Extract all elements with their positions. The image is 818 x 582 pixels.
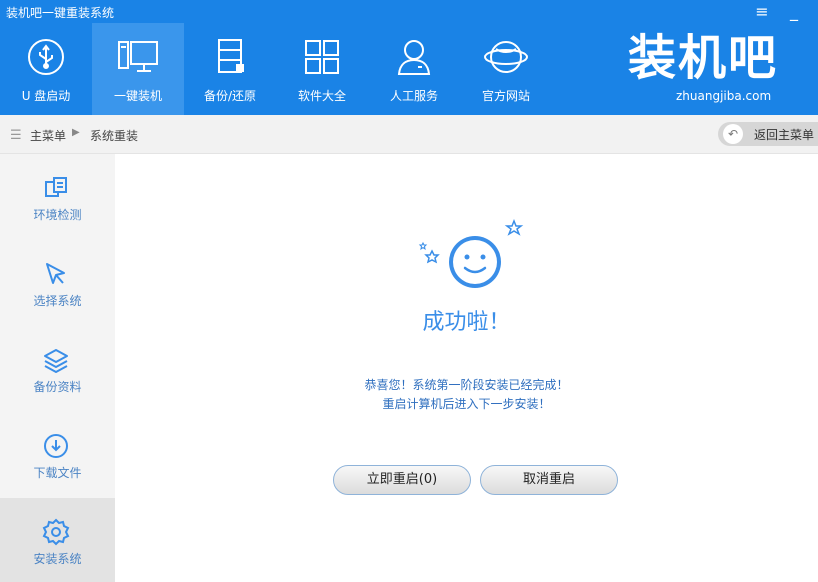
sidebar-item-select-system[interactable]: 选择系统 <box>0 240 115 326</box>
sidebar-item-env-check[interactable]: 环境检测 <box>0 154 115 240</box>
logo-text: 装机吧 <box>628 30 779 86</box>
nav-item-website[interactable]: 官方网站 <box>460 23 552 115</box>
back-to-menu-label: 返回主菜单 <box>754 128 815 142</box>
restart-now-button[interactable]: 立即重启(0) <box>333 465 471 495</box>
sidebar-item-download-files[interactable]: 下载文件 <box>0 412 115 498</box>
nav-label: 人工服务 <box>389 89 438 103</box>
sidebar-item-backup-data[interactable]: 备份资料 <box>0 326 115 412</box>
usb-icon <box>24 35 68 79</box>
monitor-icon <box>116 35 160 79</box>
sidebar-item-label: 备份资料 <box>33 380 82 394</box>
support-person-icon <box>392 35 436 79</box>
breadcrumb-current: 系统重装 <box>90 129 139 143</box>
return-arrow-icon: ↶ <box>723 124 743 144</box>
window-title: 装机吧一键重装系统 <box>6 6 115 20</box>
steps-sidebar: 环境检测 选择系统 备份资料 下载文件 安装系统 <box>0 154 115 582</box>
download-icon <box>42 432 70 460</box>
globe-icon <box>484 35 528 79</box>
breadcrumb: ☰ 主菜单 ▶ 系统重装 ↶ 返回主菜单 <box>0 115 818 154</box>
nav-item-support[interactable]: 人工服务 <box>368 23 460 115</box>
success-title: 成功啦！ <box>422 310 511 335</box>
nav-label: 一键装机 <box>113 89 162 103</box>
nav-item-one-click-install[interactable]: 一键装机 <box>92 23 184 115</box>
nav-item-backup-restore[interactable]: 备份/还原 <box>184 23 276 115</box>
nav-label: 备份/还原 <box>203 89 257 103</box>
gear-icon <box>42 518 70 546</box>
back-to-menu-button[interactable]: ↶ 返回主菜单 <box>718 122 818 146</box>
smiley-icon <box>415 212 535 292</box>
breadcrumb-home[interactable]: 主菜单 <box>30 127 66 144</box>
menu-icon[interactable]: ≡ <box>752 2 772 21</box>
nav-item-software[interactable]: 软件大全 <box>276 23 368 115</box>
nav-item-usb-boot[interactable]: U 盘启动 <box>0 23 92 115</box>
header-bar: 装机吧一键重装系统 ≡ _ U 盘启动 一键装机 备份/还原 软件大全 人工服务… <box>0 0 818 115</box>
sidebar-item-install-system[interactable]: 安装系统 <box>0 498 115 582</box>
sidebar-item-label: 选择系统 <box>33 294 82 308</box>
backup-icon <box>208 35 252 79</box>
logo-domain: zhuangjiba.com <box>676 89 772 103</box>
copy-pages-icon <box>42 174 70 202</box>
nav-label: 官方网站 <box>481 89 530 103</box>
success-message-line1: 恭喜您！系统第一阶段安装已经完成！ <box>364 378 569 392</box>
sidebar-item-label: 下载文件 <box>33 466 82 480</box>
main-content: 成功啦！ 恭喜您！系统第一阶段安装已经完成！ 重启计算机后进入下一步安装！ 立即… <box>115 154 818 582</box>
breadcrumb-separator-icon: ▶ <box>72 127 80 138</box>
sidebar-item-label: 安装系统 <box>33 552 82 566</box>
layers-icon <box>42 346 70 374</box>
top-nav: U 盘启动 一键装机 备份/还原 软件大全 人工服务 官方网站 <box>0 23 552 115</box>
minimize-button[interactable]: _ <box>784 2 804 21</box>
nav-label: 软件大全 <box>297 89 346 103</box>
cursor-icon <box>42 260 70 288</box>
sidebar-item-label: 环境检测 <box>33 208 82 222</box>
cancel-restart-button[interactable]: 取消重启 <box>480 465 618 495</box>
nav-label: U 盘启动 <box>21 89 71 103</box>
apps-grid-icon <box>300 35 344 79</box>
brand-logo: 装机吧 zhuangjiba.com <box>628 30 798 108</box>
list-icon: ☰ <box>10 128 22 143</box>
success-message-line2: 重启计算机后进入下一步安装！ <box>382 397 551 411</box>
